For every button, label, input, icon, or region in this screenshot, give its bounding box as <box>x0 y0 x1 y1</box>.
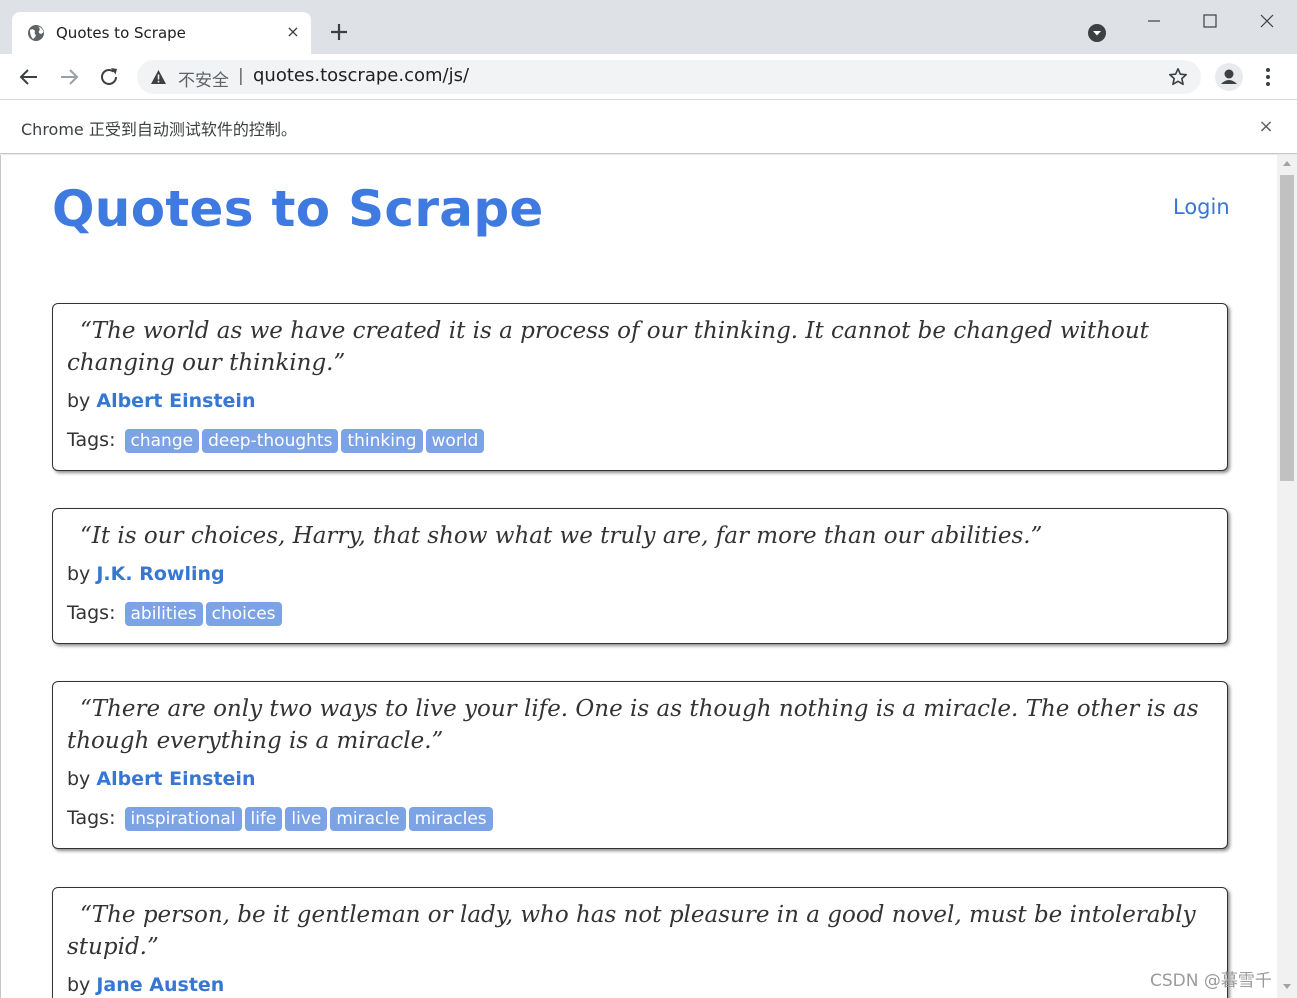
csdn-watermark: CSDN @暮雪千 <box>1150 971 1272 991</box>
author-link[interactable]: Jane Austen <box>96 974 224 996</box>
quote-tags: Tags: inspirational life live miracle miracl… <box>67 805 1213 831</box>
tag-link[interactable]: inspirational <box>124 807 242 831</box>
kebab-menu-icon[interactable] <box>1258 65 1278 89</box>
infobar-close-icon[interactable]: × <box>1255 116 1277 138</box>
address-separator: | <box>238 66 244 86</box>
window-minimize-icon[interactable] <box>1143 10 1165 32</box>
quote-text: “There are only two ways to live your li… <box>67 696 1199 754</box>
tag-link[interactable]: live <box>285 807 328 831</box>
tab-title: Quotes to Scrape <box>56 24 186 42</box>
warning-triangle-icon[interactable] <box>150 69 167 85</box>
bookmark-star-icon[interactable] <box>1168 67 1188 87</box>
globe-icon <box>28 25 44 41</box>
tags-label: Tags: <box>67 807 116 829</box>
window-close-icon[interactable] <box>1256 10 1278 32</box>
scroll-down-arrow-icon[interactable] <box>1283 984 1291 989</box>
person-icon <box>1221 69 1237 84</box>
reload-icon[interactable] <box>97 65 121 89</box>
author-link[interactable]: Albert Einstein <box>96 768 255 790</box>
page-viewport: Quotes to Scrape Login “The world as we … <box>0 155 1297 998</box>
by-label: by <box>67 563 91 585</box>
tag-link[interactable]: life <box>244 807 283 831</box>
quote-text: “It is our choices, Harry, that show wha… <box>80 523 1043 549</box>
tab-close-icon[interactable]: × <box>282 21 304 43</box>
tab-search-dropdown-icon[interactable] <box>1087 23 1107 43</box>
forward-arrow-icon[interactable] <box>57 65 81 89</box>
quote-byline: by J.K. Rowling <box>67 562 1213 586</box>
scroll-up-arrow-icon[interactable] <box>1283 161 1291 166</box>
back-arrow-icon[interactable] <box>17 65 41 89</box>
automation-notice: Chrome 正受到自动测试软件的控制。 <box>21 120 297 139</box>
security-label[interactable]: 不安全 <box>178 66 229 91</box>
new-tab-plus-icon[interactable] <box>326 19 352 45</box>
quote-byline: by Jane Austen <box>67 973 1213 997</box>
quote-card: “There are only two ways to live your li… <box>52 681 1228 849</box>
scrollbar-thumb[interactable] <box>1280 175 1294 481</box>
tags-label: Tags: <box>67 429 116 451</box>
vertical-scrollbar[interactable] <box>1277 155 1297 998</box>
author-link[interactable]: Albert Einstein <box>96 390 255 412</box>
tag-link[interactable]: thinking <box>341 429 423 453</box>
quote-text: “The world as we have created it is a pr… <box>67 318 1149 376</box>
quote-byline: by Albert Einstein <box>67 767 1213 791</box>
quote-card: “The person, be it gentleman or lady, wh… <box>52 887 1228 998</box>
by-label: by <box>67 768 91 790</box>
quote-text: “The person, be it gentleman or lady, wh… <box>67 902 1196 960</box>
quote-tags: Tags: change deep-thoughts thinking world <box>67 427 1213 453</box>
window-maximize-icon[interactable] <box>1199 10 1221 32</box>
by-label: by <box>67 974 91 996</box>
site-title[interactable]: Quotes to Scrape <box>52 180 544 238</box>
url-text[interactable]: quotes.toscrape.com/js/ <box>253 65 469 86</box>
browser-tab[interactable]: Quotes to Scrape × <box>12 12 311 54</box>
tags-label: Tags: <box>67 602 116 624</box>
address-bar[interactable]: 不安全 | quotes.toscrape.com/js/ <box>137 60 1201 94</box>
quote-card: “It is our choices, Harry, that show wha… <box>52 508 1228 644</box>
quote-tags: Tags: abilities choices <box>67 600 1213 626</box>
browser-toolbar: 不安全 | quotes.toscrape.com/js/ <box>0 54 1297 100</box>
tag-link[interactable]: miracles <box>408 807 493 831</box>
tag-link[interactable]: choices <box>205 602 282 626</box>
tag-link[interactable]: world <box>425 429 485 453</box>
login-link[interactable]: Login <box>1173 195 1230 219</box>
tag-link[interactable]: abilities <box>124 602 203 626</box>
tab-bar: Quotes to Scrape × <box>0 0 1297 54</box>
tag-link[interactable]: deep-thoughts <box>202 429 339 453</box>
quote-byline: by Albert Einstein <box>67 389 1213 413</box>
tag-link[interactable]: change <box>124 429 200 453</box>
profile-avatar[interactable] <box>1215 63 1243 91</box>
automation-infobar: Chrome 正受到自动测试软件的控制。 × <box>0 100 1297 154</box>
quote-card: “The world as we have created it is a pr… <box>52 303 1228 471</box>
author-link[interactable]: J.K. Rowling <box>96 563 224 585</box>
tag-link[interactable]: miracle <box>330 807 406 831</box>
by-label: by <box>67 390 91 412</box>
